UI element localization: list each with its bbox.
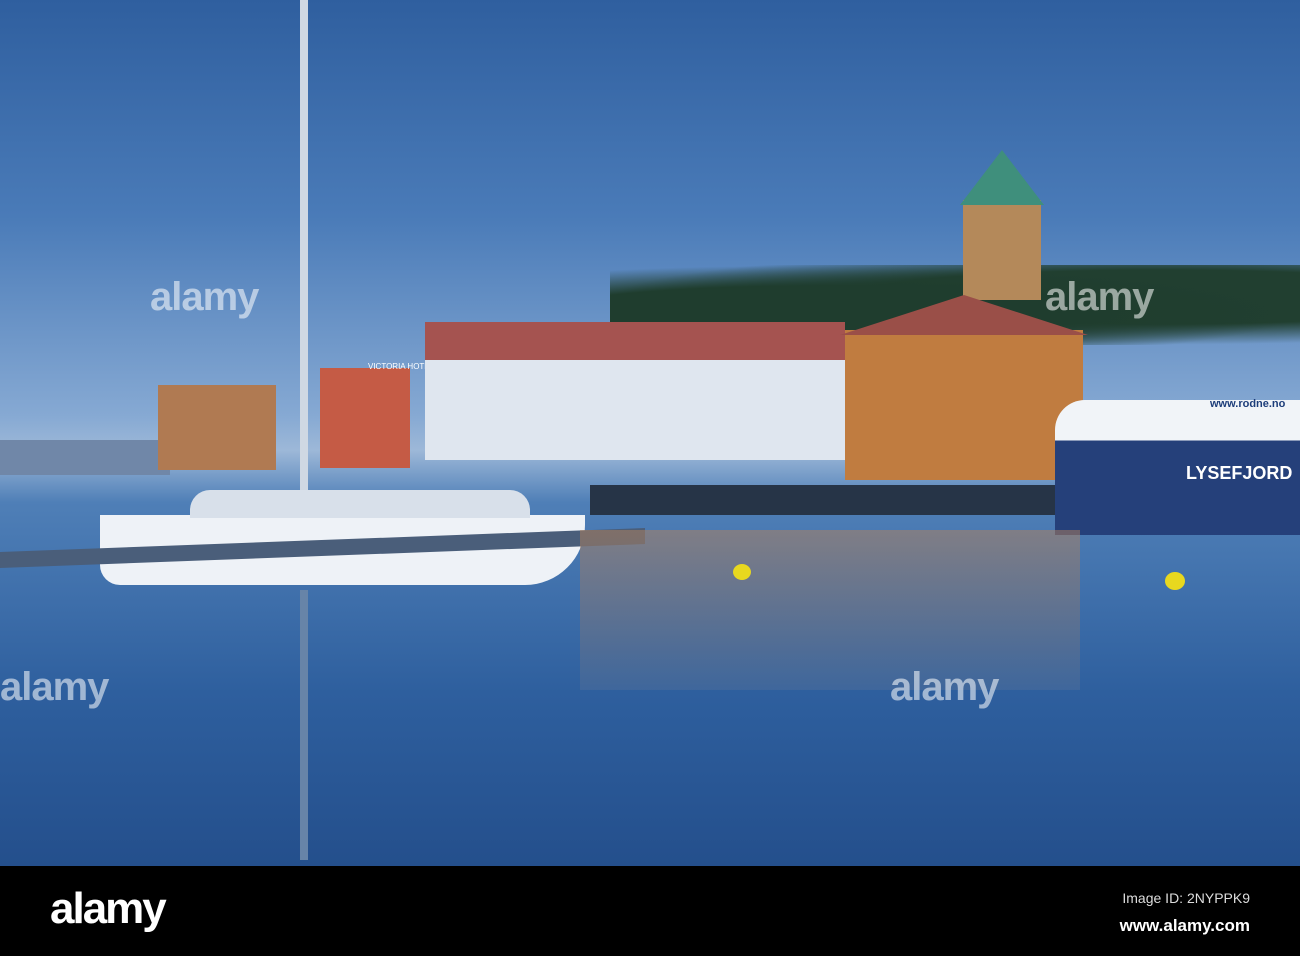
quay (590, 485, 1060, 515)
tower-roof (960, 150, 1044, 205)
image-id: Image ID: 2NYPPK9 (1122, 890, 1250, 906)
ferry-url: www.rodne.no (1210, 398, 1286, 410)
watermark: alamy (0, 665, 109, 709)
mast-reflection (300, 590, 308, 860)
site-url: www.alamy.com (1119, 916, 1250, 935)
buoy (733, 564, 751, 580)
ferry-name: LYSEFJORD (1186, 463, 1293, 483)
red-roofs (425, 322, 845, 360)
sailboat-cabin (190, 490, 530, 518)
water-reflection (580, 530, 1080, 690)
harbor-photo: VICTORIA HOTEL LYSEFJORD www.rodne.no al… (0, 0, 1300, 866)
valberg-tower (963, 200, 1041, 300)
watermark: alamy (1045, 275, 1154, 319)
hotel-building (320, 368, 410, 468)
watermark: alamy (890, 665, 999, 709)
mast (300, 0, 308, 495)
alamy-logo: alamy (50, 884, 167, 933)
buoy (1165, 572, 1185, 590)
brick-building (158, 385, 276, 470)
footer-bar: alamy Image ID: 2NYPPK9 www.alamy.com (0, 866, 1300, 956)
wooden-house (845, 330, 1083, 480)
distant-shore (0, 440, 170, 475)
watermark: alamy (150, 275, 259, 319)
